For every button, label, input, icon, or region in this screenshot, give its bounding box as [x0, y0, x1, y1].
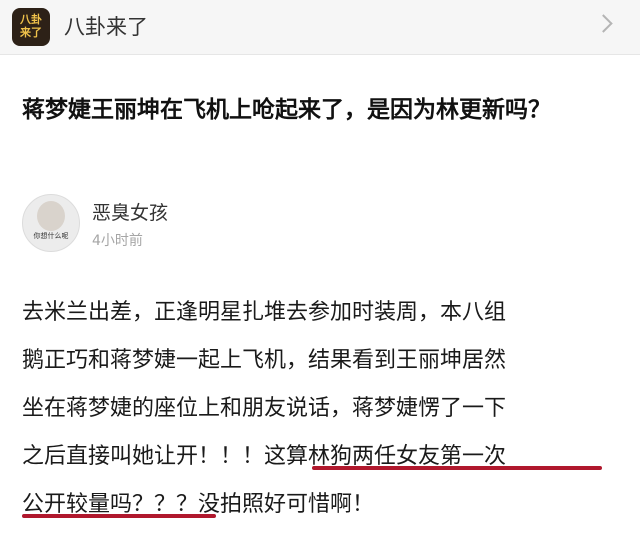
author-name[interactable]: 恶臭女孩 [92, 198, 168, 225]
post-body-line: 坐在蒋梦婕的座位上和朋友说话，蒋梦婕愣了一下 [22, 396, 507, 421]
post-headline: 蒋梦婕王丽坤在飞机上呛起来了，是因为林更新吗？ [22, 97, 551, 123]
post-body-line: 去米兰出差，正逢明星扎堆去参加时装周，本八组 [22, 300, 507, 325]
chevron-right-icon[interactable] [594, 14, 613, 33]
avatar-caption: 你想什么呢 [33, 232, 69, 240]
topic-avatar-text-2: 来了 [20, 26, 42, 39]
topic-avatar[interactable]: 八卦 来了 [12, 8, 50, 46]
highlight-underline [312, 466, 602, 470]
author-avatar[interactable]: 你想什么呢 [22, 194, 80, 252]
post-body-line: 鹅正巧和蒋梦婕一起上飞机，结果看到王丽坤居然 [22, 348, 507, 373]
post-timestamp: 4小时前 [92, 233, 143, 249]
topic-header-bar[interactable]: 八卦 来了 八卦来了 [0, 0, 640, 55]
topic-avatar-text-1: 八卦 [20, 13, 42, 26]
highlight-underline [22, 514, 216, 518]
avatar-face [37, 201, 65, 231]
topic-title[interactable]: 八卦来了 [64, 12, 148, 42]
